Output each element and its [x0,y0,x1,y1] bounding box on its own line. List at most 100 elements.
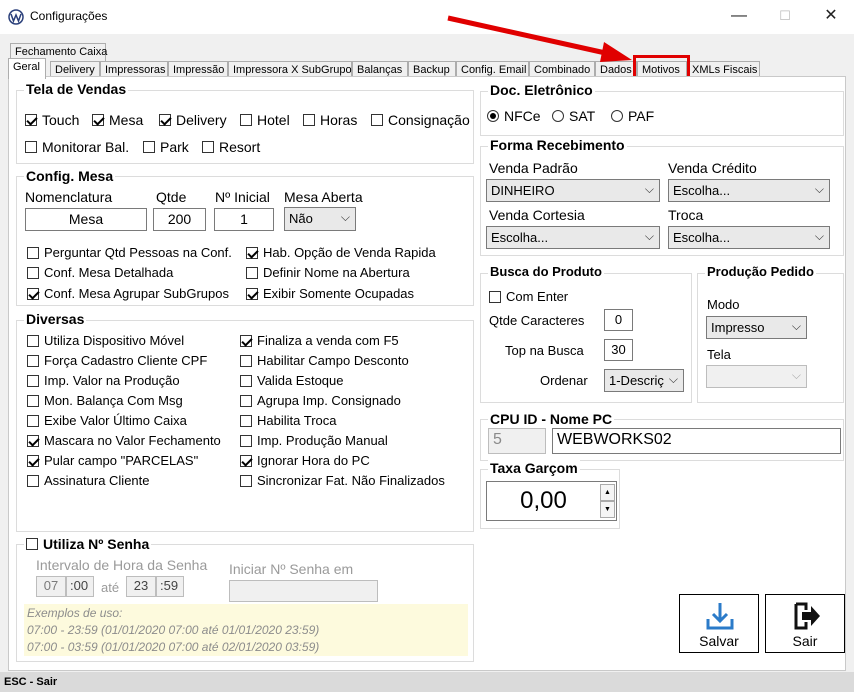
modo-select[interactable]: Impresso ⌵ [706,316,807,339]
radio-label: PAF [628,108,655,124]
diversas-right-5-checkbox[interactable]: Imp. Produção Manual [240,433,388,448]
config-mesa-title: Config. Mesa [24,168,116,184]
troca-select[interactable]: Escolha... ⌵ [668,226,830,249]
checkbox-box [246,246,258,259]
ordenar-select[interactable]: 1-Descriç ⌵ [604,369,684,392]
conf-mesa-detalhada-checkbox[interactable]: Conf. Mesa Detalhada [27,265,173,280]
example-line: 07:00 - 03:59 (01/01/2020 07:00 até 02/0… [27,640,320,654]
chevron-down-icon: ⌵ [791,319,801,333]
taxa-up-button[interactable]: ▲ [600,484,615,501]
minimize-button[interactable]: — [716,0,762,34]
com-enter-checkbox[interactable]: Com Enter [489,289,568,304]
sat-radio[interactable]: SAT [552,108,595,124]
hotel-checkbox[interactable]: Hotel [240,112,290,128]
qtde-input[interactable]: 200 [153,208,206,231]
exibir-somente-ocupadas-checkbox[interactable]: Exibir Somente Ocupadas [246,286,414,301]
senha-end-minute-input[interactable]: :59 [156,576,184,597]
close-button[interactable]: ✕ [808,0,854,34]
horas-checkbox[interactable]: Horas [303,112,357,128]
qtde-caracteres-input[interactable]: 0 [604,309,633,331]
save-button[interactable]: Salvar [679,594,759,653]
qtde-label: Qtde [156,189,187,205]
diversas-left-1-checkbox[interactable]: Força Cadastro Cliente CPF [27,353,207,368]
diversas-left-4-checkbox[interactable]: Exibe Valor Último Caixa [27,413,187,428]
chevron-down-icon: ⌵ [644,229,654,243]
numero-inicial-label: Nº Inicial [215,189,270,205]
select-value: Escolha... [673,183,731,198]
monitorar-bal-checkbox[interactable]: Monitorar Bal. [25,139,129,155]
consignacao-checkbox[interactable]: Consignação [371,112,470,128]
paf-radio[interactable]: PAF [611,108,654,124]
hab-venda-rapida-checkbox[interactable]: Hab. Opção de Venda Rapida [246,245,436,260]
diversas-left-5-checkbox[interactable]: Mascara no Valor Fechamento [27,433,221,448]
senha-start-minute-input[interactable]: :00 [66,576,94,597]
taxa-garcom-input[interactable]: 0,00 [486,481,617,521]
top-busca-label: Top na Busca [505,343,584,358]
mesa-aberta-label: Mesa Aberta [284,189,363,205]
tela-select[interactable]: ⌵ [706,365,807,388]
venda-cortesia-select[interactable]: Escolha... ⌵ [486,226,660,249]
touch-checkbox[interactable]: Touch [25,112,79,128]
tab-geral[interactable]: Geral [8,58,46,79]
diversas-left-2-checkbox[interactable]: Imp. Valor na Produção [27,373,180,388]
tab-label: Impressoras [105,64,166,76]
diversas-right-2-checkbox[interactable]: Valida Estoque [240,373,344,388]
diversas-right-7-checkbox[interactable]: Sincronizar Fat. Não Finalizados [240,473,445,488]
producao-pedido-title: Produção Pedido [705,264,816,279]
diversas-right-3-checkbox[interactable]: Agrupa Imp. Consignado [240,393,401,408]
exit-button[interactable]: Sair [765,594,845,653]
checkbox-box [159,114,171,126]
resort-checkbox[interactable]: Resort [202,139,260,155]
checkbox-box [246,266,258,279]
pc-name-input[interactable]: WEBWORKS02 [552,428,841,454]
checkbox-box [26,538,38,550]
tab-label: Balanças [357,64,403,76]
mesa-aberta-select[interactable]: Não ⌵ [284,207,356,231]
diversas-right-6-checkbox[interactable]: Ignorar Hora do PC [240,453,370,468]
select-value: DINHEIRO [491,183,555,198]
senha-end-hour-input[interactable]: 23 [126,576,156,597]
definir-nome-abertura-checkbox[interactable]: Definir Nome na Abertura [246,265,410,280]
mesa-checkbox[interactable]: Mesa [92,112,143,128]
delivery-checkbox[interactable]: Delivery [159,112,227,128]
top-busca-input[interactable]: 30 [604,339,633,361]
checkbox-box [27,287,39,300]
checkbox-label: Exibe Valor Último Caixa [44,413,187,428]
checkbox-box [246,287,258,300]
diversas-right-0-checkbox[interactable]: Finaliza a venda com F5 [240,333,399,348]
venda-padrao-select[interactable]: DINHEIRO ⌵ [486,179,660,202]
perguntar-qtd-pessoas-checkbox[interactable]: Perguntar Qtd Pessoas na Conf. [27,245,232,260]
example-line: Exemplos de uso: [27,606,123,620]
diversas-left-3-checkbox[interactable]: Mon. Balança Com Msg [27,393,183,408]
diversas-right-1-checkbox[interactable]: Habilitar Campo Desconto [240,353,409,368]
checkbox-label: Utiliza Dispositivo Móvel [44,333,185,348]
diversas-left-6-checkbox[interactable]: Pular campo "PARCELAS" [27,453,198,468]
tab-label: Fechamento Caixa [15,46,108,58]
park-checkbox[interactable]: Park [143,139,189,155]
checkbox-label: Força Cadastro Cliente CPF [44,353,208,368]
chevron-down-icon: ⌵ [644,182,654,196]
utiliza-senha-checkbox[interactable]: Utiliza Nº Senha [24,536,152,552]
tab-label: Impressão [173,64,225,76]
select-value: Escolha... [491,230,549,245]
diversas-left-7-checkbox[interactable]: Assinatura Cliente [27,473,150,488]
nomenclatura-input[interactable]: Mesa [25,208,147,231]
iniciar-senha-input[interactable] [229,580,378,602]
radio-label: SAT [569,108,596,124]
qtde-caracteres-label: Qtde Caracteres [489,313,585,328]
venda-credito-select[interactable]: Escolha... ⌵ [668,179,830,202]
numero-inicial-input[interactable]: 1 [214,208,274,231]
conf-mesa-agrupar-checkbox[interactable]: Conf. Mesa Agrupar SubGrupos [27,286,229,301]
diversas-left-0-checkbox[interactable]: Utiliza Dispositivo Móvel [27,333,184,348]
checkbox-box [240,374,252,387]
close-icon: ✕ [824,7,838,24]
diversas-right-4-checkbox[interactable]: Habilita Troca [240,413,336,428]
taxa-down-button[interactable]: ▼ [600,501,615,518]
senha-start-hour-input[interactable]: 07 [36,576,66,597]
checkbox-box [202,141,214,153]
cpu-id-input[interactable]: 5 [488,428,546,454]
nfce-radio[interactable]: NFCe [487,108,541,124]
maximize-button[interactable]: ☐ [762,0,808,34]
checkbox-box [27,394,39,407]
checkbox-box [92,114,104,126]
